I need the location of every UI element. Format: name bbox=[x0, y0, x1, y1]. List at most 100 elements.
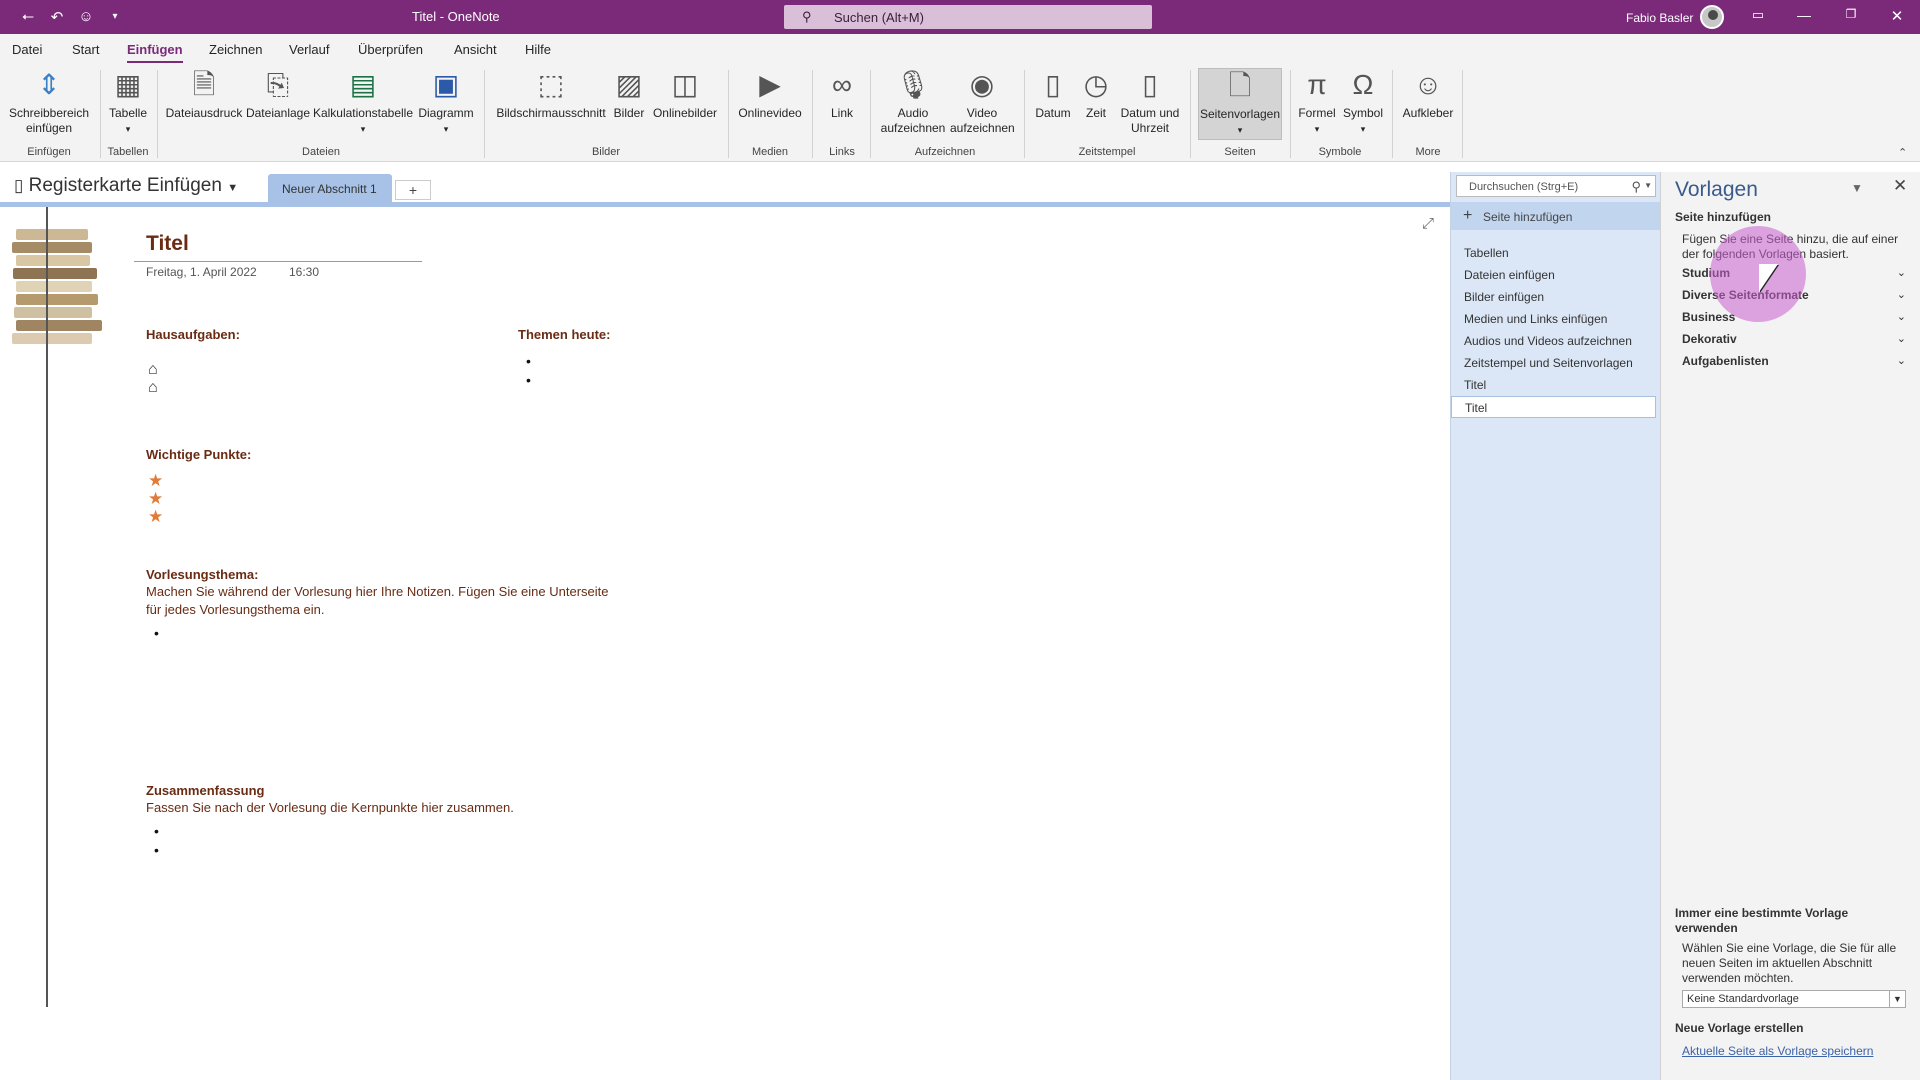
star-icon: ★ bbox=[148, 471, 164, 490]
group-separator bbox=[100, 70, 101, 158]
page-item-audios[interactable]: Audios und Videos aufzeichnen bbox=[1451, 330, 1656, 352]
house-icon: ⌂ bbox=[148, 379, 158, 396]
ribbon-display-options-icon[interactable]: ▭ bbox=[1743, 7, 1773, 23]
dateiausdruck-button[interactable]: 🗎 Dateiausdruck bbox=[164, 68, 244, 121]
kalkulationstabelle-button[interactable]: ▤ Kalkulationstabelle ▾ bbox=[312, 68, 414, 137]
diagramm-button[interactable]: ▣ Diagramm ▾ bbox=[414, 68, 478, 137]
aufkleber-button[interactable]: ☺ Aufkleber bbox=[1398, 68, 1458, 121]
category-label: Dekorativ bbox=[1682, 332, 1737, 346]
customize-quick-access-icon[interactable]: ▾ bbox=[104, 11, 126, 22]
restore-icon[interactable]: ❐ bbox=[1836, 7, 1866, 21]
datum-uhrzeit-label: Datum und Uhrzeit bbox=[1120, 106, 1180, 135]
hausaufgaben-heading[interactable]: Hausaufgaben: bbox=[146, 327, 240, 342]
emoji-icon[interactable]: ☺ bbox=[75, 8, 97, 25]
datum-button[interactable]: ▯ Datum bbox=[1030, 68, 1076, 121]
expand-icon[interactable]: ⤢ bbox=[1422, 215, 1434, 232]
menu-ansicht[interactable]: Ansicht bbox=[454, 42, 497, 57]
page-canvas[interactable]: ⤢ Titel Freitag, 1. April 2022 16:30 Hau… bbox=[0, 207, 1450, 1080]
bullet-point[interactable]: • bbox=[526, 353, 531, 369]
vorlesungsthema-text[interactable]: Machen Sie während der Vorlesung hier Ih… bbox=[146, 583, 609, 601]
zusammenfassung-text[interactable]: Fassen Sie nach der Vorlesung die Kernpu… bbox=[146, 799, 514, 817]
symbol-button[interactable]: Ω Symbol ▾ bbox=[1340, 68, 1386, 137]
schreibbereich-einfuegen-button[interactable]: ⇕ Schreibbereich einfügen bbox=[6, 68, 92, 136]
undo-icon[interactable]: ↶ bbox=[46, 8, 68, 26]
search-icon: ⚲ bbox=[1631, 179, 1641, 194]
avatar[interactable] bbox=[1700, 5, 1724, 29]
tab-neuer-abschnitt[interactable]: Neuer Abschnitt 1 bbox=[268, 174, 392, 202]
page-item-titel[interactable]: Titel bbox=[1451, 374, 1656, 396]
close-icon[interactable]: ✕ bbox=[1893, 176, 1907, 196]
user-name[interactable]: Fabio Basler bbox=[1626, 11, 1693, 25]
category-dekorativ[interactable]: Dekorativ ⌄ bbox=[1682, 332, 1914, 346]
menu-einfuegen[interactable]: Einfügen bbox=[127, 42, 183, 63]
group-separator bbox=[1290, 70, 1291, 158]
group-label-tabellen: Tabellen bbox=[107, 146, 149, 158]
add-section-button[interactable]: + bbox=[395, 180, 431, 200]
video-aufzeichnen-button[interactable]: ◉ Video aufzeichnen bbox=[950, 68, 1015, 136]
page-search-input[interactable]: Durchsuchen (Strg+E) ⚲ ▼ bbox=[1456, 175, 1656, 197]
page-item-zeitstempel[interactable]: Zeitstempel und Seitenvorlagen bbox=[1451, 352, 1656, 374]
bullet-point[interactable]: • bbox=[154, 842, 159, 858]
formel-button[interactable]: π Formel ▾ bbox=[1294, 68, 1340, 137]
menu-zeichnen[interactable]: Zeichnen bbox=[209, 42, 262, 57]
menu-datei[interactable]: Datei bbox=[12, 42, 42, 57]
menu-start[interactable]: Start bbox=[72, 42, 99, 57]
bullet-point[interactable]: • bbox=[154, 823, 159, 839]
chevron-down-icon[interactable]: ▼ bbox=[1644, 181, 1652, 190]
wichtige-punkte-heading[interactable]: Wichtige Punkte: bbox=[146, 447, 251, 462]
category-aufgabenlisten[interactable]: Aufgabenlisten ⌄ bbox=[1682, 354, 1914, 368]
search-input[interactable]: ⚲ Suchen (Alt+M) bbox=[784, 5, 1152, 29]
page-item-titel-selected[interactable]: Titel bbox=[1451, 396, 1656, 418]
bullet-point[interactable]: • bbox=[526, 372, 531, 388]
page-list-pane: Durchsuchen (Strg+E) ⚲ ▼ + Seite hinzufü… bbox=[1450, 172, 1661, 1080]
chevron-down-icon: ▾ bbox=[360, 124, 366, 134]
page-item-bilder[interactable]: Bilder einfügen bbox=[1451, 286, 1656, 308]
back-arrow-icon[interactable]: ⭠ bbox=[17, 8, 39, 25]
video-label: Video aufzeichnen bbox=[950, 106, 1015, 135]
category-business[interactable]: Business ⌄ bbox=[1682, 310, 1914, 324]
minimize-icon[interactable]: — bbox=[1789, 7, 1819, 23]
close-icon[interactable]: ✕ bbox=[1882, 7, 1912, 25]
group-label-more: More bbox=[1415, 146, 1441, 158]
page-item-dateien[interactable]: Dateien einfügen bbox=[1451, 264, 1656, 286]
title-underline bbox=[134, 261, 422, 262]
star-icon: ★ bbox=[148, 489, 164, 508]
page-title[interactable]: Titel bbox=[146, 232, 189, 256]
themen-heading[interactable]: Themen heute: bbox=[518, 327, 610, 342]
collapse-ribbon-icon[interactable]: ⌃ bbox=[1898, 146, 1907, 159]
page-item-medien[interactable]: Medien und Links einfügen bbox=[1451, 308, 1656, 330]
vorlesungsthema-heading[interactable]: Vorlesungsthema: bbox=[146, 567, 258, 582]
screen-clipping-icon: ⬚ bbox=[537, 69, 565, 100]
vorlesungsthema-text-2[interactable]: für jedes Vorlesungsthema ein. bbox=[146, 601, 325, 619]
link-button[interactable]: ∞ Link bbox=[820, 68, 864, 121]
window-title: Titel - OneNote bbox=[412, 9, 500, 24]
menu-hilfe[interactable]: Hilfe bbox=[525, 42, 551, 57]
save-as-template-link[interactable]: Aktuelle Seite als Vorlage speichern bbox=[1682, 1044, 1873, 1058]
online-video-icon: ▶ bbox=[759, 69, 781, 100]
chevron-down-icon: ▼ bbox=[1889, 990, 1905, 1008]
bullet-point[interactable]: • bbox=[154, 625, 159, 641]
audio-aufzeichnen-button[interactable]: 🎙 Audio aufzeichnen bbox=[876, 68, 950, 136]
menu-verlauf[interactable]: Verlauf bbox=[289, 42, 329, 57]
default-template-select[interactable]: Keine Standardvorlage ▼ bbox=[1682, 990, 1906, 1008]
bilder-button[interactable]: ▨ Bilder bbox=[610, 68, 648, 121]
bildschirmausschnitt-button[interactable]: ⬚ Bildschirmausschnitt bbox=[492, 68, 610, 121]
datum-und-uhrzeit-button[interactable]: ▯ Datum und Uhrzeit bbox=[1116, 68, 1184, 136]
dateianlage-button[interactable]: ⎘ Dateianlage bbox=[244, 68, 312, 121]
group-label-bilder: Bilder bbox=[591, 146, 621, 158]
calendar-clock-icon: ▯ bbox=[1142, 69, 1158, 100]
tabelle-button[interactable]: ▦ Tabelle ▾ bbox=[104, 68, 152, 137]
chevron-down-icon: ⌄ bbox=[1896, 311, 1906, 323]
zusammenfassung-heading[interactable]: Zusammenfassung bbox=[146, 783, 264, 798]
chevron-down-icon[interactable]: ▼ bbox=[1851, 181, 1863, 195]
add-page-button[interactable]: + Seite hinzufügen bbox=[1451, 202, 1661, 230]
onlinevideo-button[interactable]: ▶ Onlinevideo bbox=[734, 68, 806, 121]
zeit-button[interactable]: ◷ Zeit bbox=[1078, 68, 1114, 121]
chevron-down-icon: ▾ bbox=[1314, 124, 1320, 134]
menu-ueberpruefen[interactable]: Überprüfen bbox=[358, 42, 423, 57]
page-item-tabellen[interactable]: Tabellen bbox=[1451, 242, 1656, 264]
group-separator bbox=[812, 70, 813, 158]
notebook-selector[interactable]: ▯ Registerkarte Einfügen ▼ bbox=[14, 175, 238, 197]
onlinebilder-button[interactable]: ◫ Onlinebilder bbox=[650, 68, 720, 121]
seitenvorlagen-button[interactable]: 🗋 Seitenvorlagen ▾ bbox=[1198, 68, 1282, 140]
